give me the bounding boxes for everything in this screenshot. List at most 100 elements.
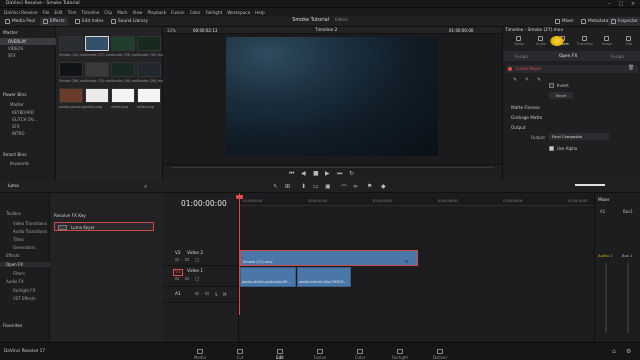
- media-thumbnail[interactable]: [85, 62, 109, 77]
- menu-item[interactable]: Color: [190, 10, 201, 15]
- loop-icon[interactable]: ↻: [349, 170, 354, 177]
- effects-category[interactable]: Video Transitions: [0, 221, 50, 226]
- clip-v1-a[interactable]: pexels-dimitri-production-89...: [240, 267, 296, 287]
- flag-icon[interactable]: ⚑: [367, 183, 372, 190]
- menu-item[interactable]: Clip: [104, 10, 112, 15]
- power-bins-master[interactable]: Master: [10, 102, 24, 107]
- maximize-icon[interactable]: □: [616, 0, 626, 8]
- last-frame-icon[interactable]: ⏭: [337, 170, 342, 178]
- auto-select-icon[interactable]: ⊡: [185, 277, 189, 282]
- effect-toggle-icon[interactable]: [508, 66, 512, 71]
- inspector-tab[interactable]: Audio: [531, 36, 551, 46]
- mute-icon[interactable]: M: [223, 292, 226, 297]
- timeline-ruler[interactable]: 01:00:00:00 01:00:02:00 01:00:04:00 01:00:0…: [239, 197, 594, 206]
- reset-button[interactable]: Reset: [549, 92, 573, 99]
- track-name[interactable]: Video 2: [187, 251, 203, 256]
- media-thumbnail[interactable]: [85, 36, 109, 51]
- section-output[interactable]: Output: [511, 125, 526, 130]
- auto-select-icon[interactable]: ⊡: [205, 292, 209, 297]
- menu-item[interactable]: Fairlight: [206, 10, 223, 15]
- power-bin-item[interactable]: SFX: [0, 123, 56, 130]
- favorites-label[interactable]: Favorites: [3, 324, 22, 329]
- lock-icon[interactable]: ⊡: [175, 277, 179, 282]
- lock-icon[interactable]: ⊡: [195, 292, 199, 297]
- effects-category[interactable]: VST Effects: [0, 296, 50, 301]
- play-icon[interactable]: ▶: [325, 170, 330, 177]
- marker-icon[interactable]: ◆: [381, 183, 386, 190]
- playhead-handle[interactable]: [236, 195, 243, 199]
- inspector-tab[interactable]: Image: [597, 36, 617, 46]
- inspector-tab[interactable]: Transition: [575, 36, 595, 46]
- insert-icon[interactable]: ⬇: [301, 183, 306, 190]
- eyedropper-sub-icon[interactable]: ✎: [537, 77, 541, 83]
- auto-select-icon[interactable]: ⊡: [185, 258, 189, 263]
- clip-v1-b[interactable]: pexels-mikhail-nilov-763531...: [297, 267, 351, 287]
- timeline-name[interactable]: Timeline 2: [315, 28, 337, 33]
- zoom-slider[interactable]: [575, 184, 605, 186]
- effects-search-input[interactable]: luma: [8, 184, 19, 189]
- menu-item[interactable]: Edit: [54, 10, 62, 15]
- menu-item[interactable]: Fusion: [171, 10, 184, 15]
- selection-tool-icon[interactable]: ↖: [273, 183, 278, 190]
- replace-icon[interactable]: ▣: [325, 183, 331, 190]
- page-deliver[interactable]: Deliver: [426, 349, 454, 360]
- use-alpha-checkbox[interactable]: [549, 146, 554, 151]
- search-icon[interactable]: ⌕: [144, 183, 147, 191]
- solo-icon[interactable]: S: [215, 292, 218, 297]
- smart-bin-keywords[interactable]: Keywords: [0, 160, 56, 167]
- page-media[interactable]: Media: [186, 349, 214, 360]
- reverse-icon[interactable]: ◀: [301, 170, 306, 177]
- subtab-fusion-2[interactable]: Fusion: [611, 54, 624, 59]
- visibility-icon[interactable]: ▢: [195, 258, 199, 263]
- track-name[interactable]: Video 1: [187, 269, 203, 274]
- media-thumbnail[interactable]: [85, 88, 109, 103]
- subtab-openfx[interactable]: Open FX: [559, 54, 577, 59]
- section-garbage-matte[interactable]: Garbage Matte: [511, 115, 542, 120]
- power-bin-item[interactable]: KEYBOARD: [0, 109, 56, 116]
- close-icon[interactable]: ×: [628, 0, 638, 8]
- trim-tool-icon[interactable]: ⊞: [285, 183, 290, 190]
- bin-sfx[interactable]: SFX: [0, 52, 56, 59]
- fader-bus1[interactable]: [627, 263, 629, 333]
- bin-videos[interactable]: VIDEOS: [0, 45, 56, 52]
- output-select[interactable]: Final Composite: [549, 133, 609, 140]
- menu-item[interactable]: DaVinci Resolve: [4, 10, 37, 15]
- inspector-tab[interactable]: File: [619, 36, 639, 46]
- video-preview[interactable]: [226, 37, 438, 156]
- media-thumbnail[interactable]: [59, 36, 83, 51]
- media-thumbnail[interactable]: [137, 36, 161, 51]
- eyedropper-icon[interactable]: ✎: [513, 77, 517, 83]
- bin-overlay[interactable]: OVERLAY: [0, 38, 56, 45]
- fader-a1[interactable]: [605, 263, 607, 333]
- invert-checkbox[interactable]: [549, 83, 554, 88]
- media-thumbnail[interactable]: [111, 88, 135, 103]
- subtab-fusion[interactable]: Fusion: [515, 54, 528, 59]
- media-thumbnail[interactable]: [137, 62, 161, 77]
- master-bin-label[interactable]: Master: [3, 31, 18, 36]
- menu-item[interactable]: Timeline: [81, 10, 99, 15]
- page-color[interactable]: Color: [346, 349, 374, 360]
- menu-item[interactable]: Workspace: [227, 10, 250, 15]
- eyedropper-add-icon[interactable]: ✎: [525, 77, 529, 83]
- luma-keyer-item[interactable]: Luma Keyer: [54, 222, 154, 231]
- effects-category[interactable]: Effects: [0, 253, 50, 258]
- effects-category[interactable]: Fairlight FX: [0, 288, 50, 293]
- power-bin-item[interactable]: GLITCH OV...: [0, 116, 56, 123]
- menu-item[interactable]: Playback: [147, 10, 166, 15]
- menu-item[interactable]: Help: [255, 10, 265, 15]
- page-edit[interactable]: Edit: [266, 349, 294, 360]
- inspector-tab[interactable]: Video: [509, 36, 529, 46]
- effects-category[interactable]: Audio Transitions: [0, 229, 50, 234]
- effect-header[interactable]: Luma Keyer 🗑: [506, 65, 638, 73]
- link-icon[interactable]: ∞: [353, 183, 358, 190]
- effects-category[interactable]: Open FX: [0, 262, 50, 267]
- effects-category[interactable]: Toolbox: [0, 211, 50, 216]
- media-thumbnail[interactable]: [111, 62, 135, 77]
- track-id[interactable]: V1: [173, 269, 183, 276]
- page-fusion[interactable]: Fusion: [306, 349, 334, 360]
- media-thumbnail[interactable]: [59, 62, 83, 77]
- viewer-zoom[interactable]: 33%: [167, 28, 176, 33]
- menu-item[interactable]: View: [133, 10, 143, 15]
- snap-icon[interactable]: ⌒: [341, 183, 347, 192]
- effects-category[interactable]: Audio FX: [0, 279, 50, 284]
